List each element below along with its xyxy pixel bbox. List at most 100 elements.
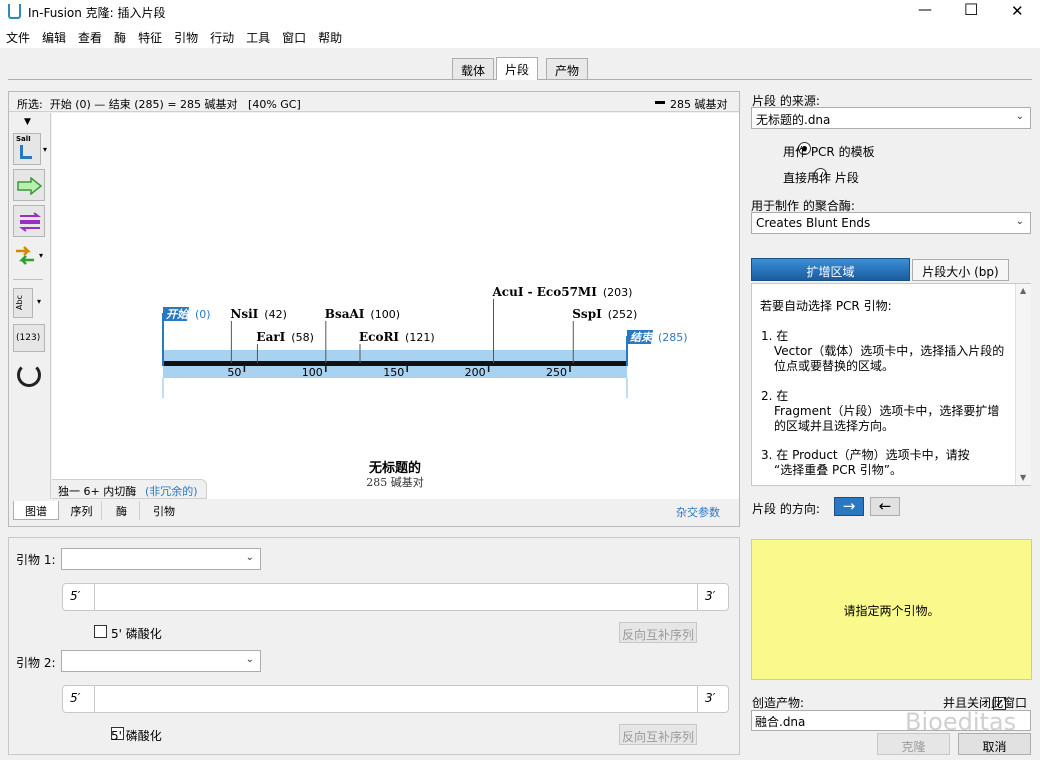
menu-item-5[interactable]: 引物 <box>168 24 204 46</box>
enzyme-name-1: EarI <box>256 330 285 344</box>
tick-label-150: 150 <box>383 366 404 379</box>
toolbar-collapse-icon[interactable]: ▼ <box>24 117 31 127</box>
primer2-revcomp-button[interactable]: 反向互补序列 <box>619 724 697 745</box>
menu-item-2[interactable]: 查看 <box>72 24 108 46</box>
numbering-label: (123) <box>16 333 41 343</box>
menu-item-3[interactable]: 酶 <box>108 24 132 46</box>
instructions-title: 若要自动选择 PCR 引物: <box>760 299 892 313</box>
tab-product[interactable]: 产物 <box>546 58 589 79</box>
menu-item-0[interactable]: 文件 <box>0 24 36 46</box>
enzyme-name-5: SspI <box>572 307 602 321</box>
tick-label-50: 50 <box>227 366 241 379</box>
chevron-down-icon: ⌄ <box>1015 111 1024 122</box>
close-button[interactable]: ✕ <box>1011 2 1024 20</box>
text-tool-button[interactable]: Abc <box>13 288 33 318</box>
start-position: (0) <box>195 308 211 321</box>
maximize-button[interactable]: ☐ <box>964 0 978 19</box>
tick-label-100: 100 <box>302 366 323 379</box>
reverse-direction-button[interactable]: ← <box>870 497 900 516</box>
window-title: In-Fusion 克隆: 插入片段 <box>28 6 166 20</box>
instruction-step2-line2: Fragment（片段）选项卡中，选择要扩增 <box>774 404 1000 418</box>
text-tool-dropdown[interactable]: ▾ <box>37 297 41 306</box>
unique-cutters-label: 独一 6+ 内切酶 <box>58 485 137 498</box>
minimize-button[interactable]: — <box>918 2 932 18</box>
primer1-select[interactable]: ⌄ <box>61 548 261 570</box>
feature-tool-button[interactable] <box>13 169 45 201</box>
forward-direction-button[interactable]: → <box>834 497 864 516</box>
menu-item-4[interactable]: 特征 <box>132 24 168 46</box>
tick-label-250: 250 <box>546 366 567 379</box>
watermark: Bioeditas <box>905 708 1017 736</box>
instruction-step2: 2. 在 <box>761 389 789 403</box>
tab-fragment[interactable]: 片段 <box>496 57 539 80</box>
enzyme-position-4: (203) <box>603 286 633 299</box>
chevron-down-icon: ⌄ <box>245 654 254 665</box>
primer2-phosphorylate-label: 5' 磷酸化 <box>111 729 162 743</box>
fragment-source-value: 无标题的.dna <box>756 113 831 127</box>
hybridization-params-link[interactable]: 杂交参数 <box>676 504 720 520</box>
primer1-revcomp-button[interactable]: 反向互补序列 <box>619 622 697 643</box>
numbering-tool-button[interactable]: (123) <box>13 324 45 352</box>
chevron-down-icon: ⌄ <box>1015 216 1024 227</box>
enzyme-tool-button[interactable]: SalI <box>13 133 41 165</box>
sali-label: SalI <box>16 135 31 143</box>
polymerase-select[interactable]: Creates Blunt Ends ⌄ <box>751 212 1031 234</box>
amplify-region-button[interactable]: 扩增区域 <box>751 258 910 281</box>
sequence-name: 无标题的 <box>368 460 421 476</box>
cancel-button[interactable]: 取消 <box>958 733 1031 755</box>
enzyme-name-3: EcoRI <box>359 330 399 344</box>
instruction-step2-line3: 的区域并且选择方向。 <box>774 419 895 433</box>
primer1-five-prime: 5′ <box>70 589 81 603</box>
primer-tool-button[interactable] <box>13 205 45 237</box>
view-tab-sequence[interactable]: 序列 <box>62 501 102 520</box>
menu-item-9[interactable]: 帮助 <box>312 24 348 46</box>
menu-item-7[interactable]: 工具 <box>240 24 276 46</box>
primer2-select[interactable]: ⌄ <box>61 650 261 672</box>
length-icon <box>655 101 665 104</box>
status-message-box: 请指定两个引物。 <box>751 539 1032 680</box>
chevron-down-icon: ⌄ <box>245 552 254 563</box>
menu-item-1[interactable]: 编辑 <box>36 24 72 46</box>
view-tab-map[interactable]: 图谱 <box>13 501 59 520</box>
orf-tool-dropdown[interactable]: ▾ <box>39 251 43 260</box>
sequence-map: 50 100 150 200 250 开始 (0) 结束 (285) NsiI (42) EarI (5… <box>162 285 688 489</box>
view-tab-primers[interactable]: 引物 <box>142 501 186 520</box>
primer-icon <box>19 212 41 232</box>
menu-item-6[interactable]: 行动 <box>204 24 240 46</box>
cut-site-icon <box>20 145 32 159</box>
instructions-scrollbar[interactable]: ▲ ▼ <box>1015 284 1031 485</box>
use-directly-label: 直接用作 片段 <box>783 171 859 185</box>
enzyme-tool-dropdown[interactable]: ▾ <box>43 145 47 154</box>
scroll-down-icon[interactable]: ▼ <box>1020 473 1026 482</box>
abc-label: Abc <box>14 295 24 310</box>
nonredundant-link[interactable]: (非冗余的) <box>145 483 198 499</box>
tick-label-200: 200 <box>465 366 486 379</box>
scroll-up-icon[interactable]: ▲ <box>1020 286 1026 295</box>
unique-cutters-bar: 独一 6+ 内切酶 (非冗余的) <box>52 479 207 499</box>
instructions-panel: ▲ ▼ 若要自动选择 PCR 引物: 1. 在 Vector（载体）选项卡中，选… <box>751 283 1031 486</box>
view-tab-enzymes[interactable]: 酶 <box>104 501 140 520</box>
clone-button[interactable]: 克隆 <box>877 733 950 755</box>
fragment-source-select[interactable]: 无标题的.dna ⌄ <box>751 107 1031 129</box>
tab-vector[interactable]: 载体 <box>452 58 495 79</box>
sequence-length: 285 碱基对 <box>670 98 728 111</box>
primer2-sequence-input[interactable] <box>94 686 698 712</box>
primer1-phosphorylate-checkbox[interactable] <box>94 625 107 638</box>
enzyme-position-3: (121) <box>405 331 435 344</box>
menu-item-8[interactable]: 窗口 <box>276 24 312 46</box>
primer1-sequence-input[interactable] <box>94 584 698 610</box>
product-name-value: 融合.dna <box>755 715 806 729</box>
menu-bar: 文件 编辑 查看酶特征 引物 行动 工具 窗口 帮助 <box>0 24 1040 48</box>
sequence-length-label: 285 碱基对 <box>366 475 424 489</box>
fragment-size-button[interactable]: 片段大小 (bp) <box>912 259 1009 281</box>
refresh-icon[interactable] <box>17 363 41 387</box>
map-toolbar: ▼ SalI ▾ ▾ Abc ▾ (123) <box>9 113 51 499</box>
primer1-label: 引物 1: <box>16 553 56 567</box>
orf-tool-button[interactable] <box>13 241 41 269</box>
toolbar-separator <box>13 279 43 280</box>
enzyme-position-0: (42) <box>264 308 287 321</box>
primer1-three-prime: 3′ <box>705 589 716 603</box>
primer2-label: 引物 2: <box>16 656 56 670</box>
enzyme-position-2: (100) <box>370 308 400 321</box>
arrow-feature-icon <box>17 177 43 195</box>
